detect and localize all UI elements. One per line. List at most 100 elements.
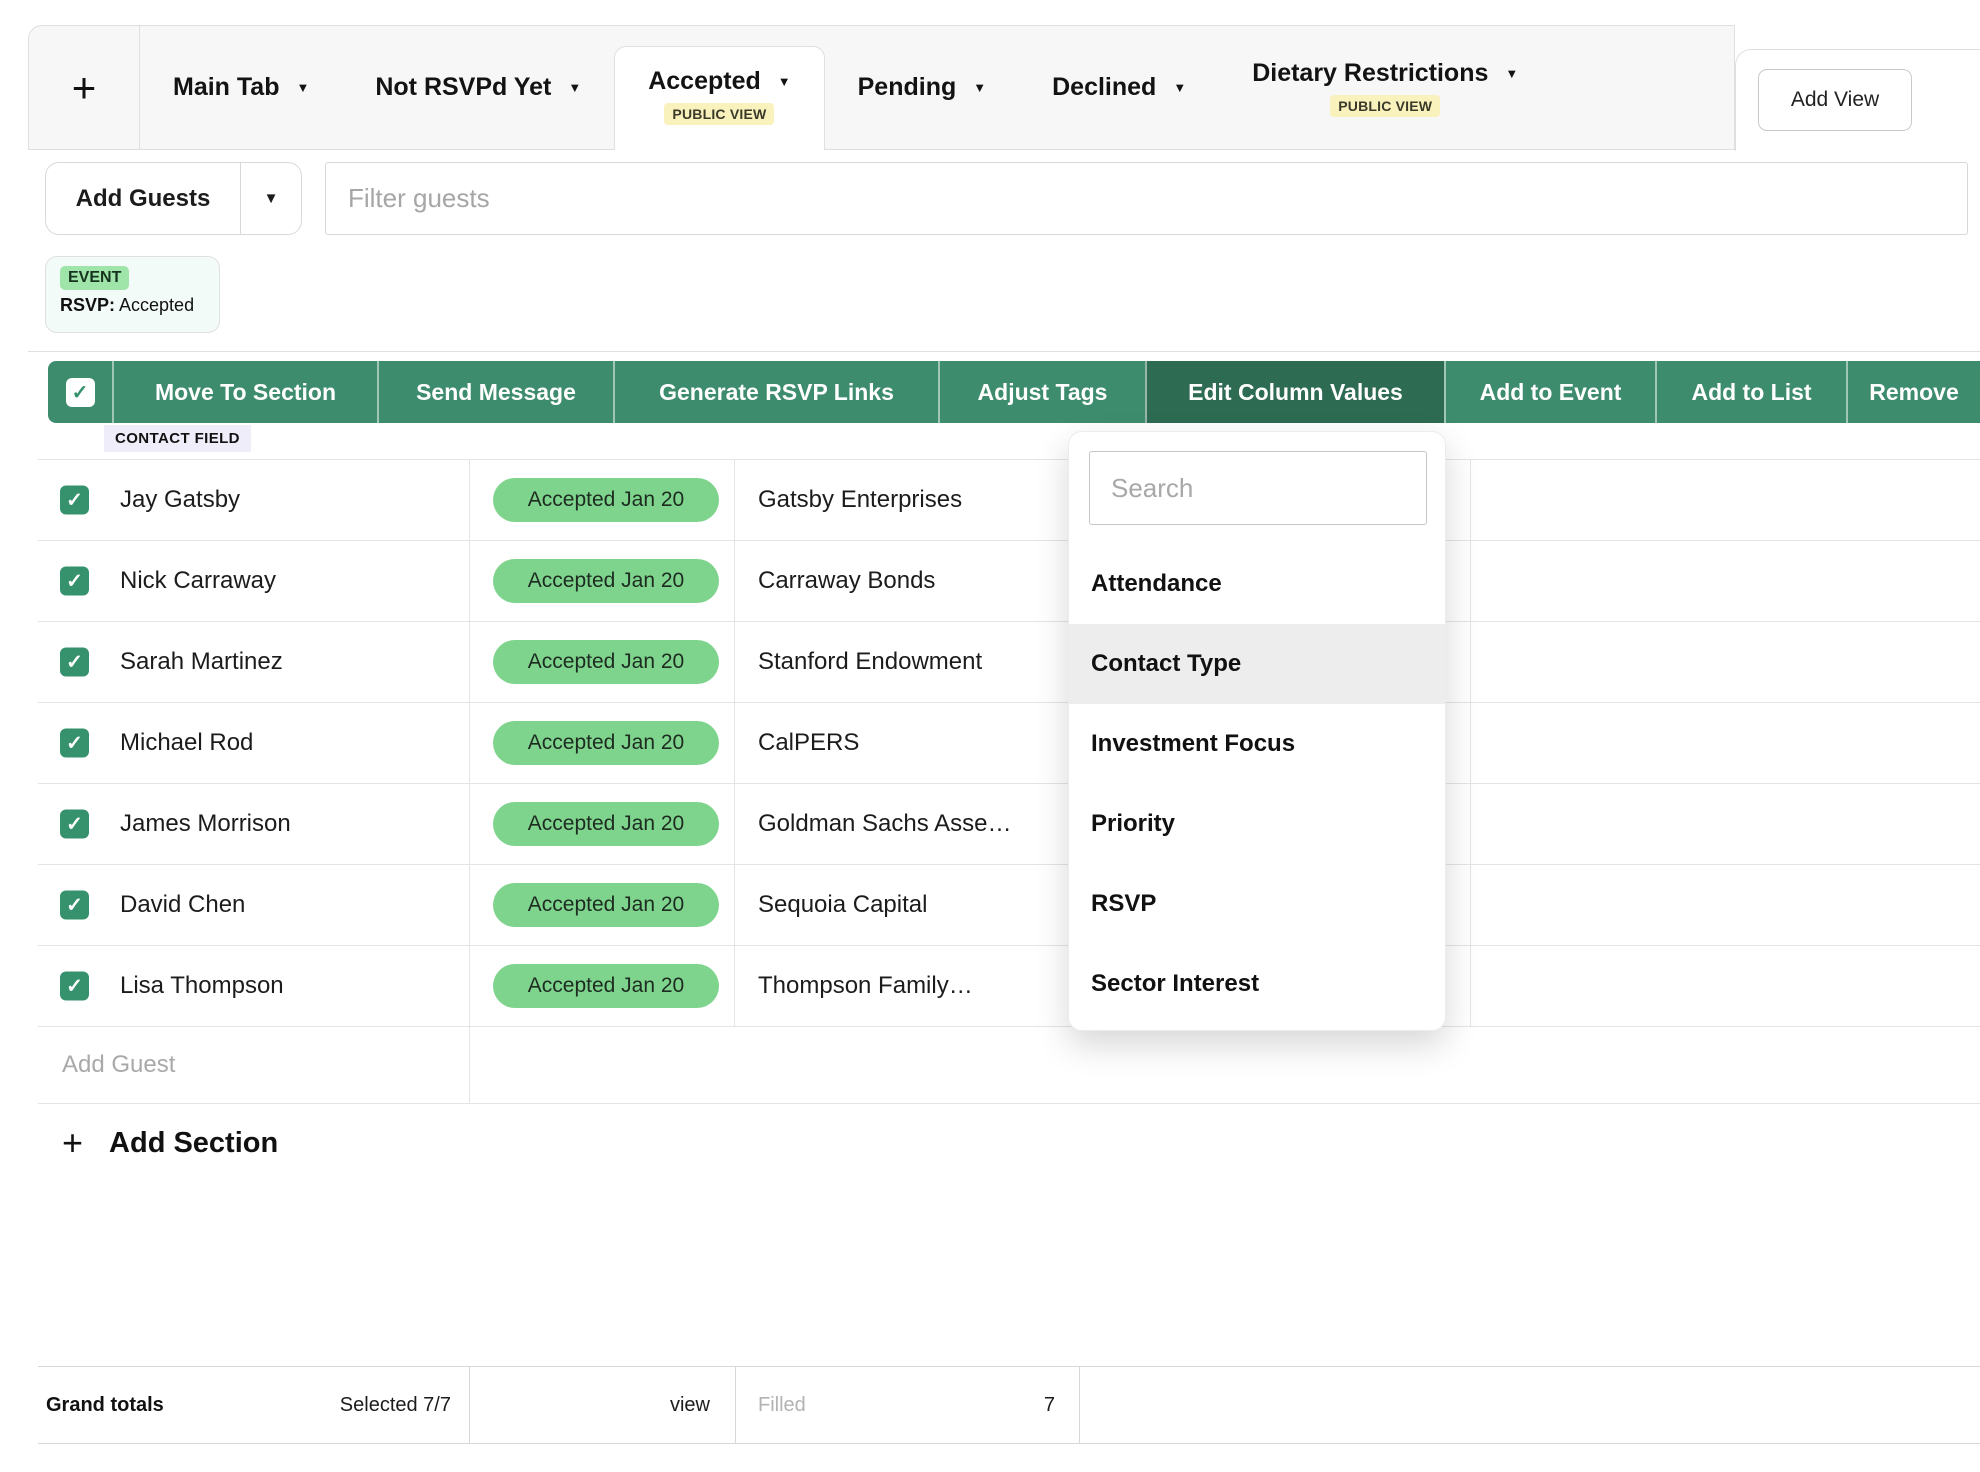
table-row[interactable]: ✓ David Chen Accepted Jan 20 Sequoia Cap… (38, 864, 1980, 945)
plus-icon: + (72, 64, 97, 112)
tab-label: Dietary Restrictions (1252, 59, 1488, 88)
row-checkbox[interactable]: ✓ (60, 486, 89, 515)
guest-name: Jay Gatsby (120, 486, 240, 514)
check-icon: ✓ (66, 650, 83, 675)
add-guests-dropdown-button[interactable]: ▼ (241, 163, 301, 234)
rsvp-status-badge: Accepted Jan 20 (493, 559, 719, 603)
select-all-cell: ✓ (48, 361, 112, 423)
add-view-button[interactable]: Add View (1758, 69, 1912, 131)
filled-count: 7 (938, 1367, 1055, 1443)
plus-icon: + (62, 1122, 83, 1164)
check-icon: ✓ (66, 569, 83, 594)
filter-guests-input[interactable] (325, 162, 1968, 235)
chip-field-value: Accepted (119, 295, 194, 315)
chevron-down-icon: ▼ (778, 74, 791, 89)
generate-rsvp-links-button[interactable]: Generate RSVP Links (613, 361, 938, 423)
column-search-input[interactable] (1089, 451, 1427, 525)
event-tag: EVENT (60, 266, 129, 290)
rsvp-status-badge: Accepted Jan 20 (493, 883, 719, 927)
guest-name: Sarah Martinez (120, 648, 283, 676)
menu-item-sector-interest[interactable]: Sector Interest (1069, 944, 1445, 1024)
table-row[interactable]: ✓ Sarah Martinez Accepted Jan 20 Stanfor… (38, 621, 1980, 702)
row-checkbox[interactable]: ✓ (60, 810, 89, 839)
table-row[interactable]: ✓ Nick Carraway Accepted Jan 20 Carraway… (38, 540, 1980, 621)
add-guest-placeholder: Add Guest (62, 1051, 175, 1079)
check-icon: ✓ (66, 488, 83, 513)
menu-item-rsvp[interactable]: RSVP (1069, 864, 1445, 944)
menu-item-attendance[interactable]: Attendance (1069, 544, 1445, 624)
adjust-tags-button[interactable]: Adjust Tags (938, 361, 1145, 423)
view-total[interactable]: view (488, 1367, 710, 1443)
tab-label: Not RSVPd Yet (375, 73, 551, 102)
select-all-checkbox[interactable]: ✓ (66, 378, 95, 407)
chevron-down-icon: ▼ (264, 190, 279, 207)
tab-label: Accepted (648, 67, 761, 96)
public-view-badge: PUBLIC VIEW (664, 103, 774, 125)
add-guest-row[interactable]: Add Guest (38, 1026, 1980, 1104)
add-guests-button[interactable]: Add Guests (46, 163, 241, 234)
guest-company: Sequoia Capital (758, 891, 927, 919)
guest-list-page: + Main Tab ▼ Not RSVPd Yet ▼ Accepted ▼ … (0, 0, 1980, 1472)
column-picker-dropdown: Attendance Contact Type Investment Focus… (1068, 431, 1446, 1031)
row-checkbox[interactable]: ✓ (60, 648, 89, 677)
chevron-down-icon: ▼ (1505, 66, 1518, 81)
tab-label: Main Tab (173, 73, 279, 102)
rsvp-filter-chip[interactable]: EVENT RSVP: Accepted (45, 256, 220, 333)
row-checkbox[interactable]: ✓ (60, 567, 89, 596)
menu-item-priority[interactable]: Priority (1069, 784, 1445, 864)
tab-main-tab[interactable]: Main Tab ▼ (140, 26, 342, 149)
chevron-down-icon: ▼ (1173, 80, 1186, 95)
guest-name: James Morrison (120, 810, 291, 838)
guest-company: Goldman Sachs Asse… (758, 810, 1011, 838)
menu-item-investment-focus[interactable]: Investment Focus (1069, 704, 1445, 784)
table-row[interactable]: ✓ Lisa Thompson Accepted Jan 20 Thompson… (38, 945, 1980, 1026)
column-options-list: Attendance Contact Type Investment Focus… (1069, 544, 1445, 1024)
menu-item-contact-type[interactable]: Contact Type (1069, 624, 1445, 704)
row-checkbox[interactable]: ✓ (60, 891, 89, 920)
tab-not-rsvpd-yet[interactable]: Not RSVPd Yet ▼ (342, 26, 614, 149)
guest-company: Thompson Family… (758, 972, 973, 1000)
guest-company: Stanford Endowment (758, 648, 982, 676)
guest-table: ✓ Jay Gatsby Accepted Jan 20 Gatsby Ente… (38, 459, 1980, 1104)
add-view-panel: Add View (1735, 49, 1980, 151)
chevron-down-icon: ▼ (568, 80, 581, 95)
rsvp-status-badge: Accepted Jan 20 (493, 478, 719, 522)
check-icon: ✓ (66, 893, 83, 918)
remove-button[interactable]: Remove (1846, 361, 1980, 423)
table-row[interactable]: ✓ Michael Rod Accepted Jan 20 CalPERS (38, 702, 1980, 783)
guest-company: CalPERS (758, 729, 859, 757)
column-divider (469, 1367, 470, 1443)
table-row[interactable]: ✓ Jay Gatsby Accepted Jan 20 Gatsby Ente… (38, 459, 1980, 540)
grand-totals-row: Grand totals Selected 7/7 view Filled 7 (38, 1366, 1980, 1444)
tab-accepted-active[interactable]: Accepted ▼ PUBLIC VIEW (614, 46, 824, 150)
selected-count: Selected 7/7 (38, 1367, 451, 1443)
column-divider (735, 1367, 736, 1443)
edit-column-values-button[interactable]: Edit Column Values (1145, 361, 1444, 423)
check-icon: ✓ (66, 812, 83, 837)
send-message-button[interactable]: Send Message (377, 361, 613, 423)
filled-label: Filled (758, 1367, 806, 1443)
guest-name: Lisa Thompson (120, 972, 284, 1000)
move-to-section-button[interactable]: Move To Section (112, 361, 377, 423)
tab-dietary-restrictions[interactable]: Dietary Restrictions ▼ PUBLIC VIEW (1219, 26, 1551, 149)
rsvp-status-badge: Accepted Jan 20 (493, 802, 719, 846)
row-checkbox[interactable]: ✓ (60, 729, 89, 758)
guest-company: Gatsby Enterprises (758, 486, 962, 514)
section-divider (28, 351, 1980, 352)
check-icon: ✓ (66, 974, 83, 999)
add-section-button[interactable]: + Add Section (62, 1116, 278, 1170)
guest-name: Nick Carraway (120, 567, 276, 595)
check-icon: ✓ (66, 731, 83, 756)
row-checkbox[interactable]: ✓ (60, 972, 89, 1001)
rsvp-status-badge: Accepted Jan 20 (493, 721, 719, 765)
tab-pending[interactable]: Pending ▼ (825, 26, 1019, 149)
add-tab-button[interactable]: + (29, 26, 140, 149)
tab-declined[interactable]: Declined ▼ (1019, 26, 1219, 149)
add-to-list-button[interactable]: Add to List (1655, 361, 1846, 423)
add-to-event-button[interactable]: Add to Event (1444, 361, 1655, 423)
add-section-label: Add Section (109, 1127, 278, 1160)
check-icon: ✓ (72, 380, 89, 405)
table-row[interactable]: ✓ James Morrison Accepted Jan 20 Goldman… (38, 783, 1980, 864)
chip-filter-text: RSVP: Accepted (60, 295, 205, 316)
guest-name: David Chen (120, 891, 245, 919)
